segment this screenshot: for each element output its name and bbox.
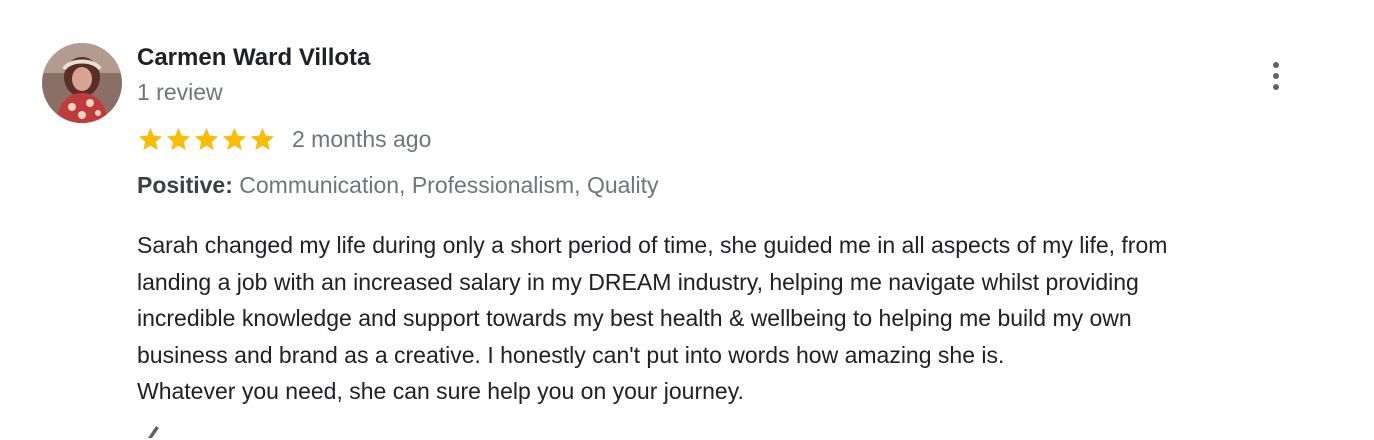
star-icon — [250, 127, 275, 150]
more-vert-icon-dot — [1273, 84, 1279, 90]
review-attributes: Positive: Communication, Professionalism… — [137, 172, 659, 199]
star-icon — [194, 127, 219, 150]
more-vert-icon-dot — [1273, 73, 1279, 79]
star-icon — [166, 127, 191, 150]
more-options-button[interactable] — [1258, 58, 1294, 94]
attributes-label: Positive: — [137, 172, 233, 198]
star-icon — [138, 127, 163, 150]
review-text: Sarah changed my life during only a shor… — [137, 227, 1337, 410]
reviewer-name[interactable]: Carmen Ward Villota — [137, 44, 370, 72]
review-text-line: Whatever you need, she can sure help you… — [137, 378, 744, 404]
review-count: 1 review — [137, 79, 223, 105]
review-text-line: incredible knowledge and support towards… — [137, 305, 1132, 331]
review-text-line: business and brand as a creative. I hone… — [137, 341, 1005, 368]
more-vert-icon — [1273, 62, 1279, 68]
review-text-line: landing a job with an increased salary i… — [137, 268, 1139, 295]
star-rating — [137, 126, 276, 153]
review-text-line: Sarah changed my life during only a shor… — [137, 232, 1168, 258]
thumb-up-icon[interactable] — [140, 420, 170, 440]
review-date: 2 months ago — [292, 125, 432, 152]
review-card: Carmen Ward Villota 1 review 2 months ag… — [0, 0, 1374, 438]
star-icon — [222, 127, 247, 150]
attributes-values: Communication, Professionalism, Quality — [239, 172, 659, 198]
avatar[interactable] — [42, 43, 122, 123]
rating-row: 2 months ago — [137, 122, 431, 156]
avatar-image — [42, 43, 122, 123]
